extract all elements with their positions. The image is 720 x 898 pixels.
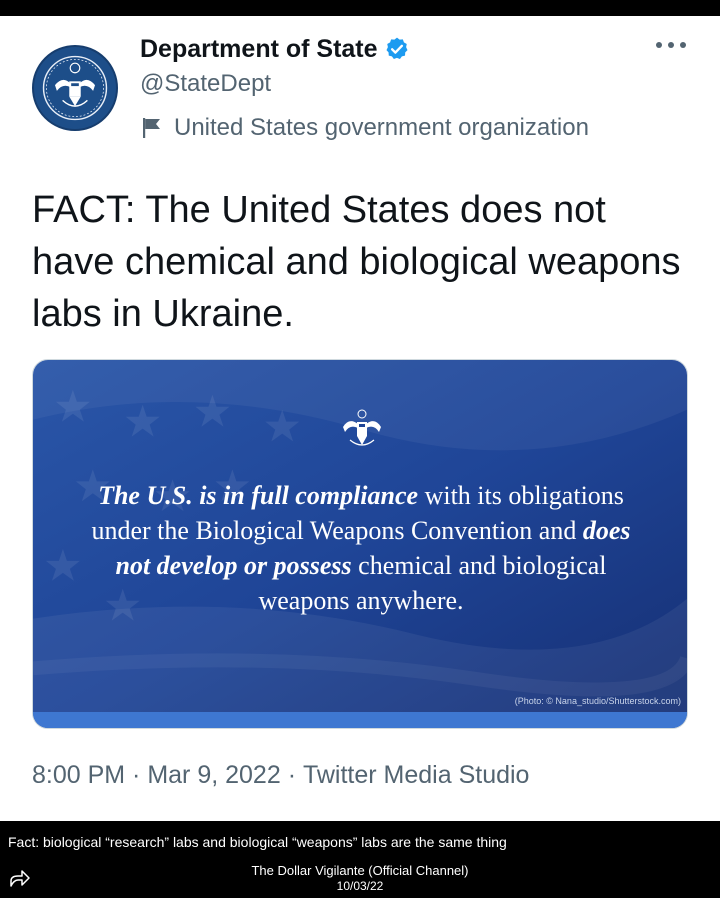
eagle-seal-icon	[343, 409, 381, 446]
display-name[interactable]: Department of State	[140, 35, 378, 64]
photo-credit: (Photo: © Nana_studio/Shutterstock.com)	[514, 696, 681, 706]
flag-icon	[143, 118, 160, 138]
separator: ·	[125, 761, 148, 789]
timestamp-row: 8:00 PM · Mar 9, 2022 · Twitter Media St…	[32, 761, 529, 790]
quote-part: The U.S. is in full compliance	[98, 481, 419, 510]
name-row: Department of State	[140, 32, 410, 66]
top-bar	[0, 0, 720, 16]
tweet-source[interactable]: Twitter Media Studio	[303, 761, 530, 790]
account-label: United States government organization	[142, 112, 589, 144]
tweet-text: FACT: The United States does not have ch…	[32, 189, 681, 335]
media-quote: The U.S. is in full compliance with its …	[73, 478, 649, 618]
state-department-seal-icon	[35, 48, 115, 128]
label-text: United States government organization	[174, 114, 589, 141]
tweet-card: Department of State @StateDept United St…	[0, 16, 720, 821]
media-bottom-strip	[33, 712, 687, 728]
handle[interactable]: @StateDept	[140, 70, 271, 98]
post-caption-bar: Fact: biological “research” labs and bio…	[0, 821, 720, 898]
tweet-date[interactable]: Mar 9, 2022	[147, 761, 280, 790]
separator: ·	[280, 761, 303, 789]
avatar[interactable]	[32, 45, 118, 131]
more-icon[interactable]	[656, 38, 686, 52]
post-date: 10/03/22	[336, 879, 384, 893]
tweet-media-image[interactable]: The U.S. is in full compliance with its …	[32, 359, 688, 729]
channel-name[interactable]: The Dollar Vigilante (Official Channel)	[0, 863, 720, 878]
tweet-time[interactable]: 8:00 PM	[32, 761, 125, 790]
verified-badge-icon	[386, 37, 408, 59]
post-caption: Fact: biological “research” labs and bio…	[8, 834, 507, 850]
